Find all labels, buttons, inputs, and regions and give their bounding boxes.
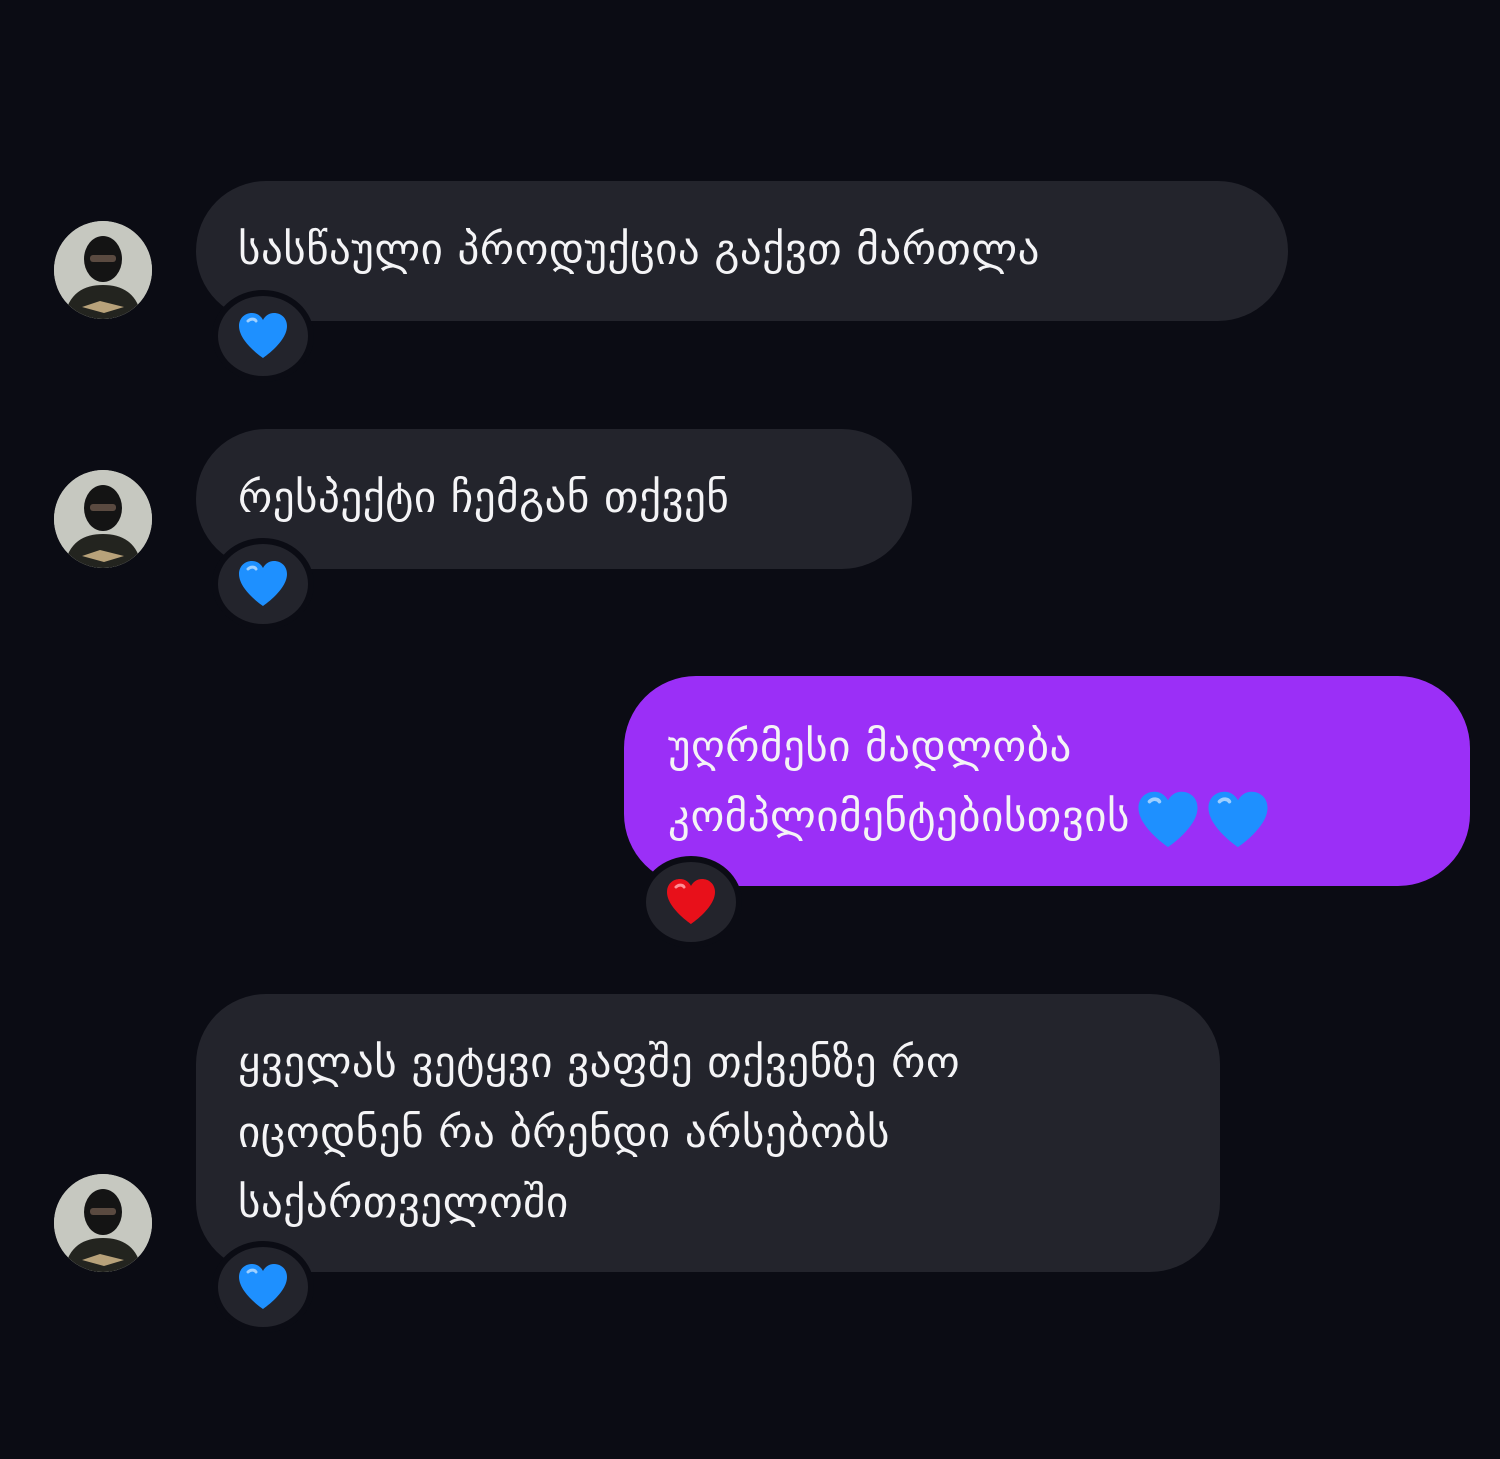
red-heart-icon	[667, 879, 715, 924]
message-text: სასწაული პროდუქცია გაქვთ მართლა	[238, 225, 1040, 275]
blue-heart-icon	[239, 561, 287, 606]
outgoing-message[interactable]: უღრმესი მადლობა კომპლიმენტებისთვის	[624, 676, 1470, 886]
incoming-message[interactable]: ყველას ვეტყვი ვაფშე თქვენზე რო იცოდნენ რ…	[196, 994, 1220, 1272]
message-text: კომპლიმენტებისთვის	[668, 792, 1130, 842]
incoming-message[interactable]: რესპექტი ჩემგან თქვენ	[196, 429, 912, 569]
blue-heart-icon	[1138, 791, 1198, 847]
blue-heart-icon	[1208, 791, 1268, 847]
sender-avatar[interactable]	[54, 1174, 152, 1272]
sender-avatar[interactable]	[54, 221, 152, 319]
blue-heart-icon	[239, 313, 287, 358]
message-text: საქართველოში	[238, 1178, 569, 1228]
message-text: უღრმესი მადლობა	[668, 722, 1072, 772]
message-text: ყველას ვეტყვი ვაფშე თქვენზე რო	[238, 1038, 961, 1088]
message-reaction[interactable]	[212, 290, 314, 382]
incoming-message[interactable]: სასწაული პროდუქცია გაქვთ მართლა	[196, 181, 1288, 321]
message-text: რესპექტი ჩემგან თქვენ	[238, 473, 730, 523]
message-reaction[interactable]	[640, 856, 742, 948]
message-text: იცოდნენ რა ბრენდი არსებობს	[238, 1108, 890, 1158]
message-reaction[interactable]	[212, 538, 314, 630]
chat-thread: სასწაული პროდუქცია გაქვთ მართლა რესპექტი…	[0, 0, 1500, 1459]
sender-avatar[interactable]	[54, 470, 152, 568]
message-text-line: კომპლიმენტებისთვის	[668, 782, 1426, 852]
blue-heart-icon	[239, 1264, 287, 1309]
message-reaction[interactable]	[212, 1241, 314, 1333]
